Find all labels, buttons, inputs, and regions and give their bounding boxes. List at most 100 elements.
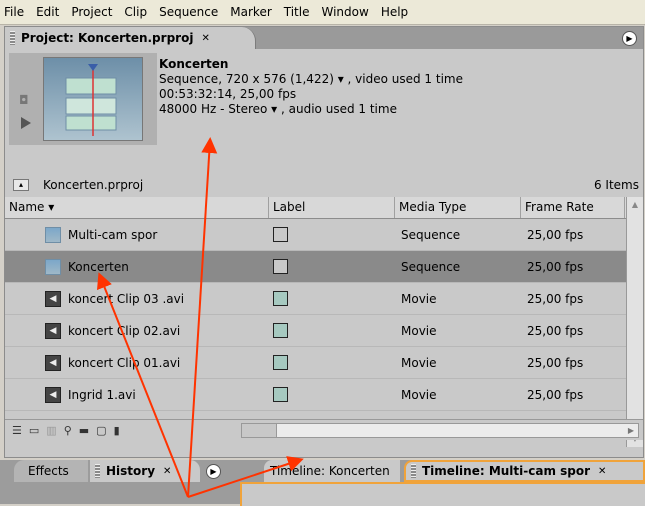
grip-icon[interactable] xyxy=(10,31,15,45)
label-swatch[interactable] xyxy=(273,291,288,306)
row-frame-rate: 25,00 fps xyxy=(527,259,584,274)
camera-icon[interactable]: ◘ xyxy=(19,93,29,107)
project-tab-row: Project: Koncerten.prproj ✕ ▶ xyxy=(5,27,643,49)
movie-icon: ◀ xyxy=(45,322,61,339)
menu-clip[interactable]: Clip xyxy=(118,0,153,24)
row-name: Koncerten xyxy=(68,259,129,274)
sequence-thumbnail-art xyxy=(65,64,117,136)
vertical-scrollbar[interactable]: ▲ ▼ xyxy=(626,197,643,447)
project-tab[interactable]: Project: Koncerten.prproj ✕ xyxy=(5,27,256,49)
row-media-type: Movie xyxy=(401,323,437,338)
tab-timeline-multicam-label: Timeline: Multi-cam spor xyxy=(422,464,591,478)
horizontal-scrollbar[interactable]: ▶ xyxy=(241,423,639,438)
scroll-right-icon[interactable]: ▶ xyxy=(624,424,638,437)
row-media-type: Movie xyxy=(401,355,437,370)
menu-title[interactable]: Title xyxy=(278,0,316,24)
table-row[interactable]: ◀ koncert Clip 03 .avi Movie 25,00 fps xyxy=(5,283,643,315)
tab-effects-label: Effects xyxy=(28,464,69,478)
new-bin-icon[interactable]: ▬ xyxy=(79,424,89,437)
project-path-row: ▴ Koncerten.prproj 6 Items xyxy=(5,175,643,195)
scroll-left-icon[interactable] xyxy=(242,424,277,437)
menu-bar: File Edit Project Clip Sequence Marker T… xyxy=(0,0,645,25)
sequence-icon xyxy=(45,226,61,243)
sequence-icon xyxy=(45,258,61,275)
menu-marker[interactable]: Marker xyxy=(224,0,277,24)
label-swatch[interactable] xyxy=(273,227,288,242)
row-frame-rate: 25,00 fps xyxy=(527,323,584,338)
clip-info-duration: 00:53:32:14, 25,00 fps xyxy=(159,87,297,101)
find-icon[interactable]: ⚲ xyxy=(64,424,72,437)
trash-icon[interactable]: ▮ xyxy=(114,424,120,437)
menu-window[interactable]: Window xyxy=(315,0,374,24)
menu-help[interactable]: Help xyxy=(375,0,414,24)
tab-timeline-multicam[interactable]: Timeline: Multi-cam spor ✕ xyxy=(404,460,645,482)
menu-file[interactable]: File xyxy=(0,0,30,24)
project-bottom-toolbar: ☰ ▭ ▥ ⚲ ▬ ▢ ▮ ▶ xyxy=(5,419,643,440)
timeline-panel xyxy=(240,482,645,506)
row-frame-rate: 25,00 fps xyxy=(527,227,584,242)
tab-history-label: History xyxy=(106,464,156,478)
automate-icon[interactable]: ▥ xyxy=(46,424,56,437)
row-name: koncert Clip 03 .avi xyxy=(68,291,185,306)
tab-effects[interactable]: Effects xyxy=(14,460,88,482)
clip-name: Koncerten xyxy=(159,57,229,71)
row-frame-rate: 25,00 fps xyxy=(527,291,584,306)
menu-project[interactable]: Project xyxy=(65,0,118,24)
project-table: Name ▾ Label Media Type Frame Rate Multi… xyxy=(5,197,643,411)
tab-history[interactable]: History ✕ xyxy=(90,460,200,482)
clip-info: Koncerten Sequence, 720 x 576 (1,422) ▾ … xyxy=(159,57,463,117)
up-folder-icon[interactable]: ▴ xyxy=(13,179,29,191)
table-header: Name ▾ Label Media Type Frame Rate xyxy=(5,197,643,219)
bottom-panel-area: Effects History ✕ ▶ Timeline: Koncerten … xyxy=(0,460,645,506)
clip-info-video: Sequence, 720 x 576 (1,422) ▾ , video us… xyxy=(159,72,463,86)
list-view-icon[interactable]: ☰ xyxy=(12,424,22,437)
item-count: 6 Items xyxy=(593,178,639,192)
table-row-selected[interactable]: Koncerten Sequence 25,00 fps xyxy=(5,251,643,283)
row-media-type: Sequence xyxy=(401,259,461,274)
close-icon[interactable]: ✕ xyxy=(598,466,606,477)
sequence-thumbnail xyxy=(43,57,143,141)
panel-menu-icon[interactable]: ▶ xyxy=(206,464,221,479)
row-name: koncert Clip 02.avi xyxy=(68,323,181,338)
preview-area: ◘ xyxy=(9,53,157,145)
column-media-type[interactable]: Media Type xyxy=(395,197,521,218)
close-icon[interactable]: ✕ xyxy=(201,33,209,44)
close-icon[interactable]: ✕ xyxy=(163,466,171,477)
grip-icon[interactable] xyxy=(95,464,100,478)
label-swatch[interactable] xyxy=(273,387,288,402)
row-media-type: Movie xyxy=(401,387,437,402)
label-swatch[interactable] xyxy=(273,259,288,274)
icon-view-icon[interactable]: ▭ xyxy=(29,424,39,437)
label-swatch[interactable] xyxy=(273,323,288,338)
movie-icon: ◀ xyxy=(45,386,61,403)
row-media-type: Movie xyxy=(401,291,437,306)
project-tab-label: Project: Koncerten.prproj xyxy=(21,31,194,45)
column-name[interactable]: Name ▾ xyxy=(5,197,269,218)
new-item-icon[interactable]: ▢ xyxy=(96,424,106,437)
table-row[interactable]: ◀ koncert Clip 02.avi Movie 25,00 fps xyxy=(5,315,643,347)
project-path: Koncerten.prproj xyxy=(43,178,144,192)
row-media-type: Sequence xyxy=(401,227,461,242)
menu-edit[interactable]: Edit xyxy=(30,0,65,24)
table-row[interactable]: ◀ Ingrid 1.avi Movie 25,00 fps xyxy=(5,379,643,411)
column-label[interactable]: Label xyxy=(269,197,395,218)
movie-icon: ◀ xyxy=(45,290,61,307)
row-name: Multi-cam spor xyxy=(68,227,158,242)
table-row[interactable]: ◀ koncert Clip 01.avi Movie 25,00 fps xyxy=(5,347,643,379)
row-name: Ingrid 1.avi xyxy=(68,387,136,402)
grip-icon[interactable] xyxy=(411,464,416,478)
row-frame-rate: 25,00 fps xyxy=(527,355,584,370)
column-frame-rate[interactable]: Frame Rate xyxy=(521,197,625,218)
label-swatch[interactable] xyxy=(273,355,288,370)
tab-timeline-koncerten[interactable]: Timeline: Koncerten xyxy=(264,460,400,482)
movie-icon: ◀ xyxy=(45,354,61,371)
clip-info-audio: 48000 Hz - Stereo ▾ , audio used 1 time xyxy=(159,102,397,116)
menu-sequence[interactable]: Sequence xyxy=(153,0,224,24)
row-frame-rate: 25,00 fps xyxy=(527,387,584,402)
project-panel: Project: Koncerten.prproj ✕ ▶ ◘ Koncerte… xyxy=(4,26,644,458)
scroll-up-icon[interactable]: ▲ xyxy=(627,197,643,213)
table-row[interactable]: Multi-cam spor Sequence 25,00 fps xyxy=(5,219,643,251)
panel-menu-icon[interactable]: ▶ xyxy=(622,31,637,46)
tab-timeline-koncerten-label: Timeline: Koncerten xyxy=(270,464,390,478)
play-icon[interactable] xyxy=(21,117,31,129)
